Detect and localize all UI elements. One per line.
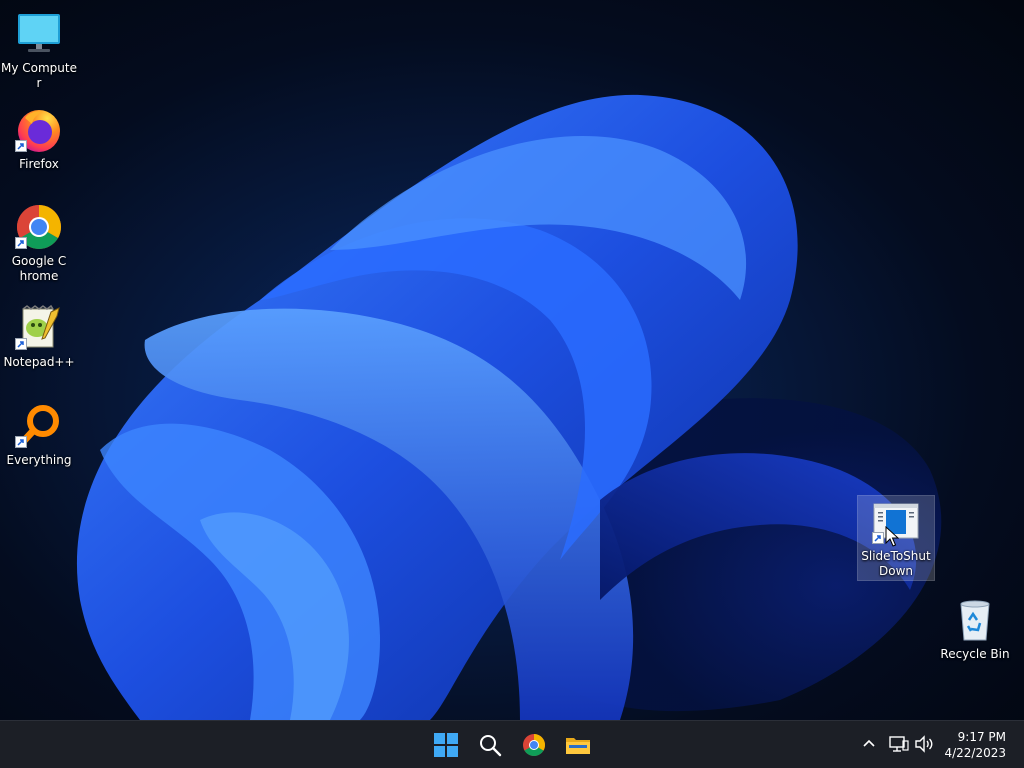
volume-button[interactable]	[913, 733, 935, 755]
desktop-icon-label: Recycle Bin	[940, 647, 1010, 661]
taskbar: 9:17 PM 4/22/2023	[0, 720, 1024, 768]
desktop-icon-firefox[interactable]: Firefox	[1, 104, 77, 174]
wallpaper-bloom	[76, 94, 942, 720]
clock-time: 9:17 PM	[957, 730, 1006, 744]
desktop-icon-my-computer[interactable]: My Computer	[1, 8, 77, 92]
desktop-icon-google-chrome[interactable]: Google Chrome	[1, 201, 77, 285]
chevron-up-icon	[863, 739, 875, 747]
desktop-icon-label: Everything	[6, 453, 72, 467]
taskbar-file-explorer-button[interactable]	[558, 725, 598, 765]
shortcut-arrow-icon	[15, 140, 27, 152]
mouse-cursor-icon	[885, 526, 899, 547]
desktop-icon-notepadpp[interactable]: Notepad++	[1, 302, 77, 372]
shortcut-arrow-icon	[15, 338, 27, 350]
search-button[interactable]	[470, 725, 510, 765]
shortcut-arrow-icon	[15, 237, 27, 249]
chrome-icon	[523, 734, 545, 756]
desktop[interactable]: My Computer Firefox Google Chrome Notepa…	[0, 0, 1024, 720]
windows-logo-icon	[434, 733, 458, 757]
desktop-icon-recycle-bin[interactable]: Recycle Bin	[937, 594, 1013, 664]
desktop-icon-label: Notepad++	[3, 355, 75, 369]
desktop-icon-label: My Computer	[1, 61, 77, 90]
clock[interactable]: 9:17 PM 4/22/2023	[936, 729, 1006, 761]
shortcut-arrow-icon	[15, 436, 27, 448]
start-button[interactable]	[426, 725, 466, 765]
folder-icon	[566, 738, 590, 754]
recycle-bin-icon	[960, 600, 990, 641]
desktop-icon-everything[interactable]: Everything	[1, 400, 77, 470]
monitor-icon	[18, 14, 60, 52]
network-button[interactable]	[888, 733, 910, 755]
taskbar-chrome-button[interactable]	[514, 725, 554, 765]
show-hidden-icons-button[interactable]	[858, 733, 880, 755]
desktop-icon-label: Firefox	[19, 157, 59, 171]
network-icon	[889, 736, 909, 752]
shortcut-arrow-icon	[872, 532, 884, 544]
search-icon	[480, 735, 502, 757]
clock-date: 4/22/2023	[944, 746, 1006, 760]
desktop-icon-label: Google Chrome	[11, 254, 67, 283]
speaker-icon	[915, 735, 933, 753]
desktop-icon-label: SlideToShutDown	[861, 549, 931, 578]
